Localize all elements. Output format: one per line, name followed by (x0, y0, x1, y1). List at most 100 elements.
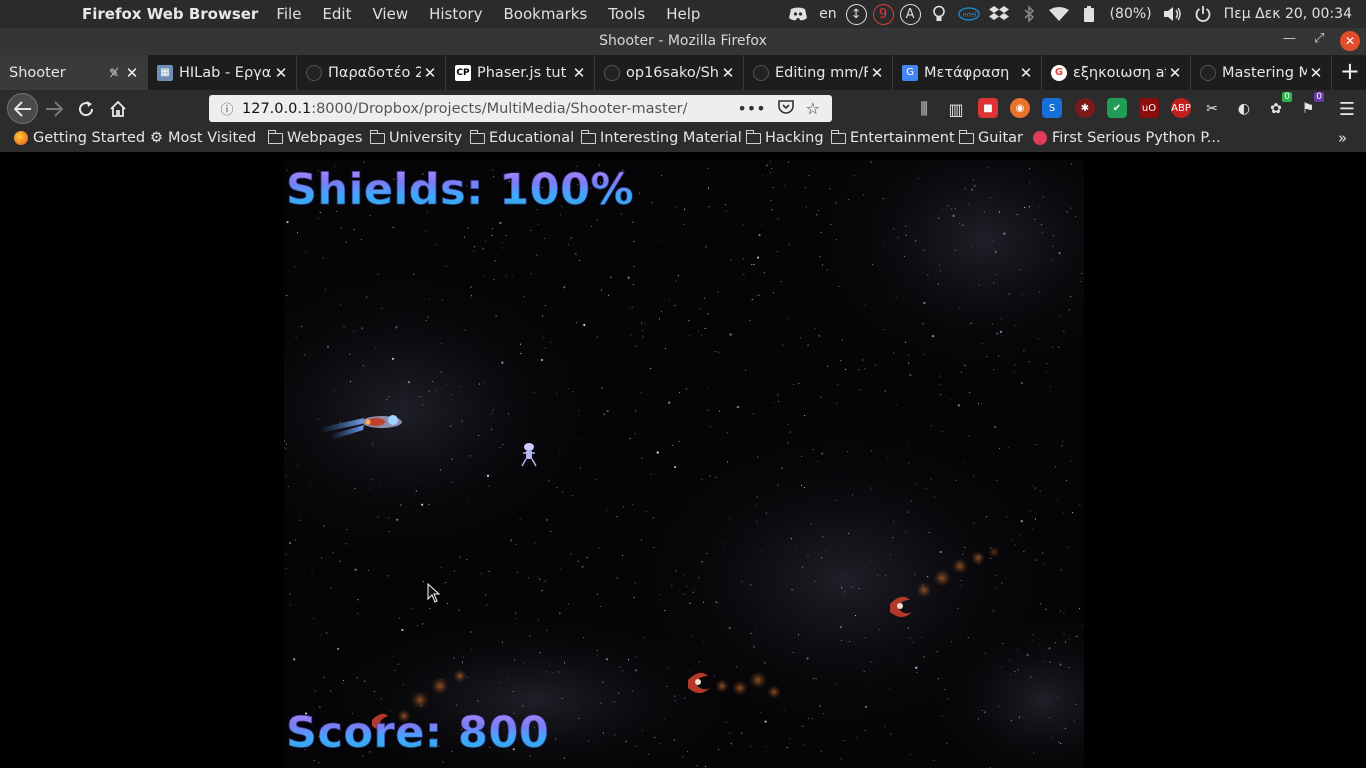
clock[interactable]: Πεμ Δεκ 20, 00:34 (1224, 6, 1352, 22)
system-top-bar: Firefox Web Browser File Edit View Histo… (0, 0, 1366, 28)
darkreader-icon[interactable]: ◐ (1230, 95, 1258, 123)
duckduckgo-icon[interactable]: ◉ (1010, 98, 1030, 118)
menu-file[interactable]: File (276, 5, 301, 23)
github-icon (306, 64, 322, 81)
tab-op16sako[interactable]: op16sako/Sho ✕ (596, 55, 744, 90)
back-button[interactable] (7, 93, 38, 124)
extension-red-icon[interactable]: ■ (978, 98, 998, 118)
tab-close-icon[interactable]: ✕ (1307, 64, 1325, 82)
maximize-icon[interactable]: ⤢ (1314, 31, 1324, 46)
tab-phaser[interactable]: CP Phaser.js tut ✕ (447, 55, 595, 90)
menu-history[interactable]: History (429, 5, 482, 23)
bookmark-first-serious-python[interactable]: First Serious Python P... (1033, 130, 1221, 146)
extension-badge-green-icon[interactable]: ✿ 0 (1262, 92, 1292, 123)
bookmark-folder-educational[interactable]: Educational (469, 129, 575, 146)
page-actions-icon[interactable]: ••• (737, 99, 765, 118)
menu-help[interactable]: Help (666, 5, 700, 23)
library-icon[interactable]: ⫼ (910, 95, 938, 123)
ublock-icon[interactable]: uO (1139, 98, 1159, 118)
folder-icon (830, 129, 846, 144)
adblock-plus-icon[interactable]: ABP (1171, 98, 1191, 118)
lightbulb-icon[interactable] (928, 3, 950, 25)
bookmark-folder-interesting-material[interactable]: Interesting Material (580, 129, 742, 146)
privacy-extension-icon[interactable]: ✱ (1075, 98, 1095, 118)
bookmark-getting-started[interactable]: Getting Started (14, 130, 145, 146)
url-bar[interactable]: ⓘ 127.0.0.1 :8000/Dropbox/projects/Multi… (209, 95, 832, 122)
tab-mastering[interactable]: Mastering M ✕ (1192, 55, 1332, 90)
bookmark-folder-guitar[interactable]: Guitar (958, 129, 1023, 146)
folder-icon (267, 129, 283, 144)
new-tab-icon[interactable]: + (1340, 57, 1360, 85)
forward-arrow-icon (46, 101, 63, 117)
tab-google-search[interactable]: G εξηκοιωση at ✕ (1043, 55, 1191, 90)
tab-label: Editing mm/F (775, 64, 868, 81)
extension-badge-green: 0 (1282, 92, 1292, 102)
game-canvas[interactable]: Shields: 100% Score: 800 (284, 160, 1084, 768)
volume-icon[interactable] (1162, 3, 1184, 25)
bookmark-label: Most Visited (168, 130, 257, 146)
menu-tools[interactable]: Tools (608, 5, 645, 23)
keyboard-layout[interactable]: en (819, 6, 837, 22)
notification-count[interactable]: 9 (872, 3, 894, 25)
app-name[interactable]: Firefox Web Browser (82, 5, 258, 23)
bookmark-most-visited[interactable]: ⚙ Most Visited (150, 130, 256, 146)
extension-badge-purple: 0 (1314, 92, 1324, 102)
tab-hilab[interactable]: ▦ HILab - Εργα ✕ (149, 55, 297, 90)
battery-icon[interactable] (1078, 3, 1100, 25)
app-menu: File Edit View History Bookmarks Tools H… (276, 5, 721, 23)
forward-button[interactable] (40, 95, 68, 123)
intel-icon[interactable]: intel (957, 3, 980, 25)
discord-icon[interactable] (787, 3, 809, 25)
s-extension-icon[interactable]: S (1042, 98, 1062, 118)
tab-label: op16sako/Sho (626, 64, 719, 81)
tab-shooter[interactable]: Shooter ✎̸ ✕ (0, 55, 148, 90)
extension-badge-purple-icon[interactable]: ⚑ 0 (1294, 92, 1324, 123)
bookmark-label: Getting Started (33, 130, 146, 146)
codepen-icon: CP (455, 64, 471, 81)
menu-view[interactable]: View (373, 5, 409, 23)
bookmarks-overflow-icon[interactable]: » (1338, 129, 1347, 147)
bookmark-folder-webpages[interactable]: Webpages (267, 129, 363, 146)
power-icon[interactable] (1192, 3, 1214, 25)
mute-icon[interactable]: ✎̸ (109, 66, 119, 80)
tab-close-icon[interactable]: ✕ (272, 64, 290, 82)
tab-close-icon[interactable]: ✕ (868, 64, 886, 82)
sync-indicator-icon[interactable]: ↕ (845, 3, 867, 25)
tab-close-icon[interactable]: ✕ (1166, 64, 1184, 82)
bookmark-folder-university[interactable]: University (369, 129, 462, 146)
a-indicator[interactable]: A (899, 3, 921, 25)
tab-close-icon[interactable]: ✕ (123, 64, 141, 82)
sidebar-icon[interactable]: ▥ (942, 95, 970, 123)
shield-icon[interactable]: ✔ (1107, 98, 1127, 118)
menu-bookmarks[interactable]: Bookmarks (503, 5, 587, 23)
extension-gray-icon[interactable]: ✂ (1198, 95, 1226, 123)
tab-bar: Shooter ✎̸ ✕ ▦ HILab - Εργα ✕ Παραδοτέο … (0, 55, 1366, 90)
pocket-icon[interactable] (777, 99, 794, 118)
hamburger-menu-icon[interactable]: ☰ (1333, 95, 1361, 123)
tab-translate[interactable]: G Μετάφραση ✕ (894, 55, 1042, 90)
window-close-icon[interactable]: ✕ (1340, 31, 1360, 51)
translate-icon: G (902, 64, 918, 81)
site-info-icon[interactable]: ⓘ (217, 99, 237, 118)
bookmark-label: Webpages (287, 130, 363, 146)
bookmark-folder-entertainment[interactable]: Entertainment (830, 129, 955, 146)
url-actions: ••• ☆ (737, 95, 832, 122)
menu-edit[interactable]: Edit (322, 5, 351, 23)
wifi-icon[interactable] (1048, 3, 1070, 25)
url-path: :8000/Dropbox/projects/MultiMedia/Shoote… (311, 100, 688, 117)
reload-button[interactable] (72, 95, 100, 123)
tab-close-icon[interactable]: ✕ (1017, 64, 1035, 82)
bookmark-star-icon[interactable]: ☆ (806, 99, 820, 118)
tab-close-icon[interactable]: ✕ (570, 64, 588, 82)
bookmark-label: Educational (489, 130, 575, 146)
bookmark-label: Entertainment (850, 130, 955, 146)
tab-close-icon[interactable]: ✕ (719, 64, 737, 82)
tab-paradoteo[interactable]: Παραδοτέο 2 ✕ (298, 55, 446, 90)
minimize-icon[interactable]: — (1283, 31, 1296, 46)
bookmark-folder-hacking[interactable]: Hacking (745, 129, 824, 146)
tab-close-icon[interactable]: ✕ (421, 64, 439, 82)
bluetooth-icon[interactable] (1018, 3, 1040, 25)
dropbox-icon[interactable] (988, 3, 1010, 25)
home-button[interactable] (104, 95, 132, 123)
tab-editing[interactable]: Editing mm/F ✕ (745, 55, 893, 90)
